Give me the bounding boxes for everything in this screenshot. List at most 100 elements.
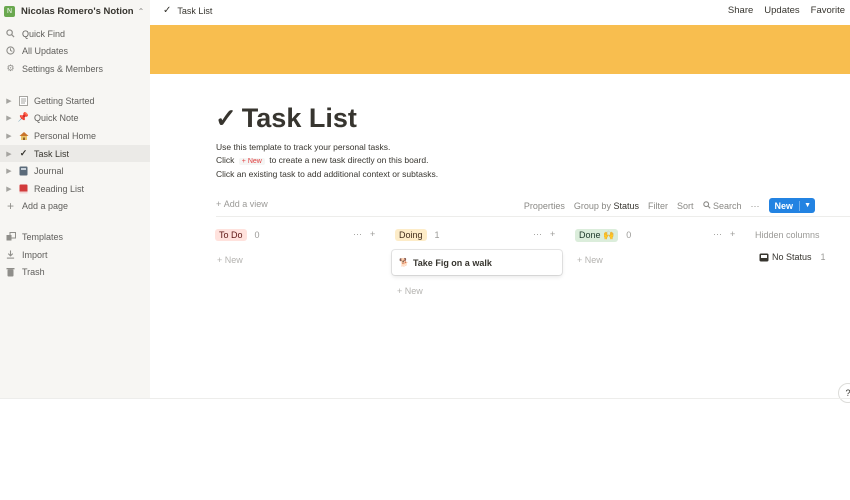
chevron-updown-icon: ⌃: [137, 6, 145, 16]
sidebar-item-quick-find[interactable]: Quick Find: [0, 25, 150, 42]
workspace-name: Nicolas Romero's Notion: [21, 5, 134, 17]
favorite-button[interactable]: Favorite: [811, 5, 845, 16]
notebook-icon: [18, 165, 29, 176]
sidebar-item-all-updates[interactable]: All Updates: [0, 42, 150, 59]
group-by-button[interactable]: Group by Status: [574, 201, 639, 211]
column-controls: ··· +: [713, 229, 735, 239]
top-bar: ✓ Task List Share Updates Favorite: [150, 0, 850, 24]
dog-icon: 🐕: [399, 258, 409, 267]
description-line: Use this template to track your personal…: [216, 142, 391, 152]
more-icon[interactable]: ···: [533, 229, 542, 239]
toggle-arrow-icon[interactable]: ▶: [0, 97, 18, 105]
column-count: 1: [434, 230, 440, 240]
new-card-label: New: [224, 255, 243, 265]
new-card-label: New: [404, 286, 423, 296]
inbox-icon: [759, 253, 769, 261]
search-label: Search: [713, 200, 742, 211]
house-icon: [18, 130, 29, 141]
new-button[interactable]: New ▼: [768, 198, 815, 213]
sidebar-item-import[interactable]: Import: [0, 246, 150, 263]
sidebar-item-label: Trash: [22, 266, 45, 277]
workspace-switcher[interactable]: N Nicolas Romero's Notion ⌃: [4, 3, 144, 19]
status-pill: Doing: [395, 229, 427, 241]
divider: [0, 398, 850, 399]
page-icon: [18, 95, 29, 106]
sidebar-item-trash[interactable]: Trash: [0, 263, 150, 280]
column-header-todo: To Do 0: [215, 228, 260, 242]
status-pill: Done 🙌: [575, 228, 619, 242]
page-title[interactable]: Task List: [242, 103, 357, 134]
sidebar-item-label: Templates: [22, 231, 64, 242]
book-icon: [18, 183, 29, 194]
toggle-arrow-icon[interactable]: ▶: [0, 167, 18, 175]
page-cover: [150, 25, 850, 74]
sidebar-item-task-list[interactable]: ▶ ✓ Task List: [0, 145, 150, 162]
new-button-label: New: [769, 200, 801, 211]
add-view-button[interactable]: + Add a view: [216, 199, 268, 209]
add-page-button[interactable]: + Add a page: [0, 197, 150, 214]
hidden-column-no-status[interactable]: No Status 1: [759, 252, 826, 262]
properties-button[interactable]: Properties: [524, 201, 565, 211]
sidebar-item-reading-list[interactable]: ▶ Reading List: [0, 180, 150, 197]
sidebar-item-label: Personal Home: [34, 130, 97, 141]
toggle-arrow-icon[interactable]: ▶: [0, 185, 18, 193]
sidebar-item-label: Reading List: [34, 183, 85, 194]
check-icon: ✓: [19, 148, 28, 158]
sidebar-item-journal[interactable]: ▶ Journal: [0, 162, 150, 179]
workspace-badge: N: [4, 5, 15, 17]
breadcrumb[interactable]: ✓ Task List: [163, 5, 212, 16]
plus-icon[interactable]: +: [370, 229, 375, 239]
filter-button[interactable]: Filter: [648, 201, 668, 211]
sidebar-item-templates[interactable]: Templates: [0, 228, 150, 245]
new-chip: + New: [238, 158, 265, 165]
sidebar-item-label: Journal: [34, 165, 64, 176]
plus-icon[interactable]: +: [730, 229, 735, 239]
plus-icon[interactable]: +: [550, 229, 555, 239]
new-card-button[interactable]: + New: [577, 255, 603, 265]
column-header-doing: Doing 1: [395, 228, 440, 242]
new-card-button[interactable]: + New: [397, 286, 423, 296]
help-button[interactable]: ?: [838, 383, 850, 403]
new-card-button[interactable]: + New: [217, 255, 243, 265]
sidebar-item-label: Quick Find: [22, 28, 66, 39]
status-pill: To Do: [215, 229, 247, 241]
chevron-down-icon[interactable]: ▼: [800, 202, 815, 209]
search-button[interactable]: Search: [702, 200, 742, 211]
toggle-arrow-icon[interactable]: ▶: [0, 114, 18, 122]
column-count: 0: [626, 230, 632, 240]
board-card[interactable]: 🐕 Take Fig on a walk: [392, 250, 562, 275]
sidebar-item-label: Add a page: [22, 200, 69, 211]
templates-icon: [5, 231, 16, 242]
more-icon[interactable]: ···: [353, 229, 362, 239]
sort-button[interactable]: Sort: [677, 201, 694, 211]
toggle-arrow-icon[interactable]: ▶: [0, 132, 18, 140]
check-icon: ✓: [163, 5, 172, 16]
pin-icon: 📌: [17, 112, 30, 122]
column-controls: ··· +: [533, 229, 555, 239]
add-view-label: Add a view: [223, 199, 268, 209]
toggle-arrow-icon[interactable]: ▶: [0, 150, 18, 158]
more-options-button[interactable]: ···: [751, 201, 760, 211]
sidebar-item-label: Settings & Members: [22, 63, 104, 74]
group-by-value: Status: [613, 200, 639, 211]
sidebar-item-getting-started[interactable]: ▶ Getting Started: [0, 92, 150, 109]
sidebar-item-quick-note[interactable]: ▶ 📌 Quick Note: [0, 109, 150, 126]
description-text: to create a new task directly on this bo…: [269, 155, 429, 165]
clock-icon: [5, 45, 16, 56]
sidebar-item-settings[interactable]: ⚙ Settings & Members: [0, 60, 150, 77]
column-count: 0: [254, 230, 260, 240]
more-icon[interactable]: ···: [713, 229, 722, 239]
updates-button[interactable]: Updates: [764, 5, 799, 16]
column-header-done: Done 🙌 0: [575, 228, 631, 242]
no-status-count: 1: [820, 252, 826, 262]
sidebar-item-personal-home[interactable]: ▶ Personal Home: [0, 127, 150, 144]
description-line: Click an existing task to add additional…: [216, 169, 439, 179]
check-icon[interactable]: ✓: [215, 103, 237, 134]
share-button[interactable]: Share: [728, 5, 753, 16]
sidebar: N Nicolas Romero's Notion ⌃ Quick Find A…: [0, 0, 150, 398]
trash-icon: [5, 266, 16, 277]
breadcrumb-label: Task List: [177, 5, 213, 16]
sidebar-item-label: Getting Started: [34, 95, 95, 106]
plus-icon: +: [216, 199, 224, 209]
plus-icon: +: [6, 198, 14, 213]
